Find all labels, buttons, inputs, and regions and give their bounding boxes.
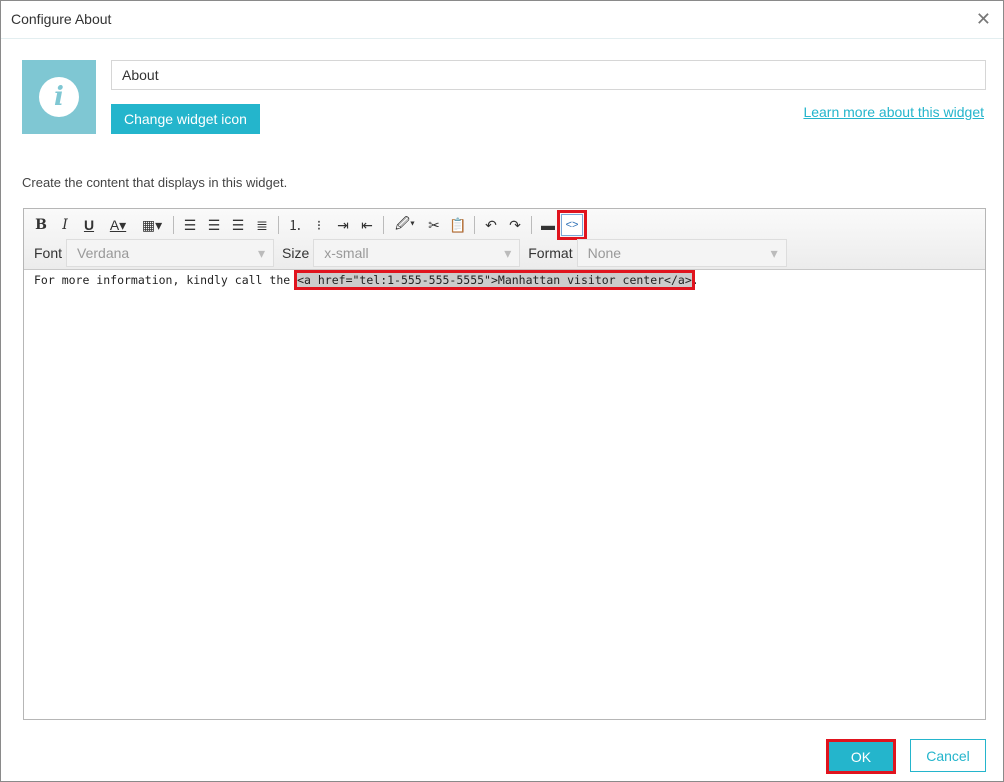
- outdent-icon[interactable]: ⇤: [356, 214, 378, 236]
- separator: [383, 216, 384, 234]
- editor-toolbar: B I U A▾ ▦▾ ☰ ☰ ☰ ≣ ⒈ ⁝ ⇥ ⇤ 🖉▾ ✂ 📋 ↶ ↷ ▬…: [24, 209, 985, 270]
- bullet-list-icon[interactable]: ⁝: [308, 214, 330, 236]
- bold-icon[interactable]: B: [30, 214, 52, 236]
- instructions: Create the content that displays in this…: [22, 175, 288, 190]
- change-widget-icon-button[interactable]: Change widget icon: [111, 104, 260, 134]
- font-select[interactable]: Verdana: [66, 239, 275, 267]
- content-suffix: .: [691, 273, 699, 287]
- separator: [278, 216, 279, 234]
- configure-dialog: Configure About ✕ i Change widget icon Le…: [0, 0, 1004, 782]
- align-left-icon[interactable]: ☰: [179, 214, 201, 236]
- italic-icon[interactable]: I: [54, 214, 76, 236]
- widget-icon: i: [22, 60, 96, 134]
- align-center-icon[interactable]: ☰: [203, 214, 225, 236]
- dialog-title: Configure About: [11, 11, 112, 27]
- numbered-list-icon[interactable]: ⒈: [284, 214, 306, 236]
- size-select[interactable]: x-small: [313, 239, 521, 267]
- content-text: For more information, kindly call the: [34, 273, 298, 287]
- underline-icon[interactable]: U: [78, 214, 100, 236]
- learn-more-link[interactable]: Learn more about this widget: [803, 104, 984, 120]
- cancel-button[interactable]: Cancel: [910, 739, 986, 772]
- separator: [474, 216, 475, 234]
- size-label: Size: [282, 245, 310, 261]
- indent-icon[interactable]: ⇥: [332, 214, 354, 236]
- format-select[interactable]: None: [576, 239, 787, 267]
- selected-html-code: <a href="tel:1-555-555-5555">Manhattan v…: [294, 270, 695, 290]
- redo-icon[interactable]: ↷: [504, 214, 526, 236]
- ok-button[interactable]: OK: [826, 739, 896, 774]
- separator: [531, 216, 532, 234]
- font-label: Font: [34, 245, 63, 261]
- align-right-icon[interactable]: ☰: [227, 214, 249, 236]
- background-color-icon[interactable]: ▦▾: [136, 214, 168, 236]
- close-icon[interactable]: ✕: [976, 9, 991, 30]
- widget-name-input[interactable]: [111, 60, 986, 90]
- link-icon[interactable]: 🖉▾: [389, 214, 421, 236]
- undo-icon[interactable]: ↶: [480, 214, 502, 236]
- image-icon[interactable]: ▬: [537, 214, 559, 236]
- info-icon: i: [39, 77, 79, 117]
- unlink-icon[interactable]: ✂: [423, 214, 445, 236]
- editor-content[interactable]: For more information, kindly call the <a…: [24, 270, 985, 290]
- text-color-icon[interactable]: A▾: [102, 214, 134, 236]
- separator: [173, 216, 174, 234]
- source-code-icon[interactable]: <>: [557, 210, 587, 240]
- paste-icon[interactable]: 📋: [447, 214, 469, 236]
- format-label: Format: [528, 245, 573, 261]
- rich-text-editor: B I U A▾ ▦▾ ☰ ☰ ☰ ≣ ⒈ ⁝ ⇥ ⇤ 🖉▾ ✂ 📋 ↶ ↷ ▬…: [23, 208, 986, 720]
- justify-icon[interactable]: ≣: [251, 214, 273, 236]
- dialog-title-bar: Configure About ✕: [1, 1, 1003, 39]
